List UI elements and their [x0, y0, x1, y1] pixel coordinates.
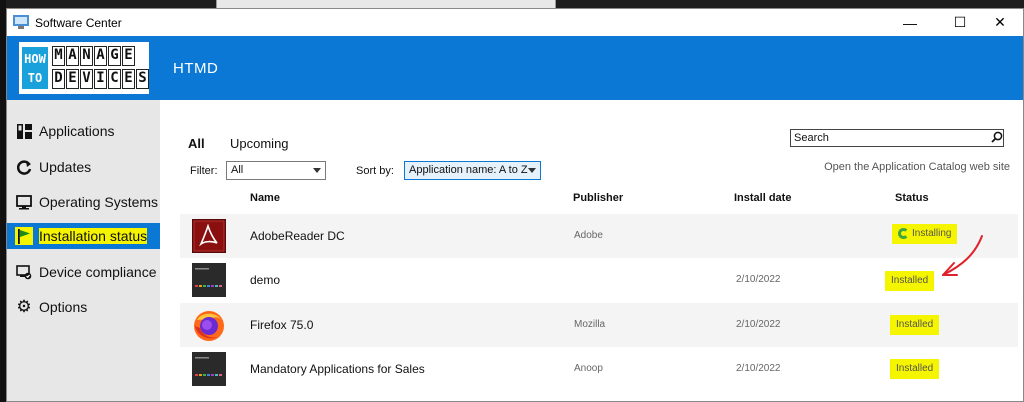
status-text: Installed — [896, 319, 934, 330]
app-install-date: 2/10/2022 — [736, 274, 781, 285]
flag-icon — [15, 227, 33, 245]
app-name: Firefox 75.0 — [250, 318, 314, 332]
logo-how-text: HOW — [24, 52, 46, 66]
status-text: Installed — [896, 363, 934, 374]
filter-dropdown[interactable]: All — [226, 161, 326, 180]
sidebar-item-label: Updates — [39, 159, 92, 175]
sidebar-item-applications[interactable]: Applications — [7, 118, 160, 144]
logo-letter: V — [80, 69, 93, 89]
logo-letter: I — [94, 69, 107, 89]
header-banner: HOW TO M A N A G E D E V I C E S HTMD — [7, 36, 1023, 100]
sidebar-item-label: Options — [39, 299, 88, 315]
logo-letter: D — [52, 69, 65, 89]
table-row[interactable]: AdobeReader DC Adobe Installing — [180, 214, 1018, 258]
table-row[interactable]: demo 2/10/2022 Installed — [180, 258, 1018, 302]
column-header-publisher[interactable]: Publisher — [573, 192, 623, 204]
how-to-manage-devices-logo: HOW TO M A N A G E D E V I C E S — [19, 42, 149, 94]
filter-label: Filter: — [190, 165, 218, 177]
search-input[interactable] — [790, 129, 1004, 147]
column-header-status[interactable]: Status — [895, 192, 929, 204]
app-publisher: Mozilla — [574, 319, 606, 330]
column-header-install-date[interactable]: Install date — [734, 192, 791, 204]
status-badge: Installed — [885, 271, 935, 291]
status-badge: Installed — [890, 359, 940, 379]
sidebar: Applications Updates Operating Systems I… — [7, 100, 160, 401]
window-title: Software Center — [35, 16, 122, 30]
software-center-window: Software Center — ☐ ✕ HOW TO M A N A G E… — [6, 8, 1024, 402]
app-name: demo — [250, 273, 281, 287]
adobe-reader-icon — [192, 219, 226, 253]
app-thumbnail-icon — [192, 352, 226, 386]
search-icon[interactable] — [991, 131, 1003, 143]
app-thumbnail-icon — [192, 263, 226, 297]
status-text: Installing — [912, 228, 952, 239]
app-name: AdobeReader DC — [250, 229, 345, 243]
compliance-icon — [15, 263, 33, 281]
close-button[interactable]: ✕ — [977, 9, 1023, 36]
logo-letter: E — [66, 69, 79, 89]
logo-letter: E — [122, 69, 135, 89]
application-catalog-link[interactable]: Open the Application Catalog web site — [824, 161, 1010, 173]
logo-devices-word: D E V I C E S — [52, 69, 150, 91]
tab-upcoming[interactable]: Upcoming — [230, 136, 289, 151]
refresh-icon — [15, 158, 33, 176]
sidebar-item-label: Applications — [39, 123, 115, 139]
tab-all[interactable]: All — [188, 136, 205, 151]
logo-letter: N — [80, 46, 93, 66]
main-content: All Upcoming Filter: All Sort by: Applic… — [160, 100, 1023, 401]
sort-label: Sort by: — [356, 165, 394, 177]
progress-spinner-icon — [898, 228, 909, 239]
applications-grid-icon — [15, 122, 33, 140]
logo-letter: E — [122, 46, 135, 66]
sidebar-item-label: Installation status — [39, 228, 148, 244]
chevron-down-icon — [313, 168, 321, 173]
logo-letter: S — [136, 69, 149, 89]
organization-title: HTMD — [173, 60, 219, 77]
sidebar-item-updates[interactable]: Updates — [7, 154, 160, 180]
logo-letter: M — [52, 46, 65, 66]
sidebar-item-operating-systems[interactable]: Operating Systems — [7, 189, 160, 215]
logo-letter: G — [108, 46, 121, 66]
logo-how-to-block: HOW TO — [22, 47, 48, 89]
sidebar-item-installation-status[interactable]: Installation status — [7, 223, 160, 249]
sort-dropdown[interactable]: Application name: A to Z — [404, 161, 541, 180]
minimize-button[interactable]: — — [887, 9, 933, 36]
table-row[interactable]: Mandatory Applications for Sales Anoop 2… — [180, 347, 1018, 391]
logo-to-text: TO — [27, 71, 43, 85]
logo-letter: A — [66, 46, 79, 66]
sort-value: Application name: A to Z — [409, 164, 528, 176]
status-text: Installed — [891, 275, 929, 286]
table-row[interactable]: Firefox 75.0 Mozilla 2/10/2022 Installed — [180, 303, 1018, 347]
monitor-icon — [15, 193, 33, 211]
software-center-icon — [13, 15, 29, 29]
sidebar-item-options[interactable]: ⚙ Options — [7, 294, 160, 320]
status-badge: Installing — [892, 224, 958, 244]
logo-letter: A — [94, 46, 107, 66]
sidebar-item-label: Operating Systems — [39, 194, 159, 210]
app-name: Mandatory Applications for Sales — [250, 362, 425, 376]
logo-manage-word: M A N A G E — [52, 46, 136, 68]
background-window — [216, 0, 556, 8]
sidebar-item-device-compliance[interactable]: Device compliance — [7, 259, 160, 285]
title-bar: Software Center — ☐ ✕ — [7, 9, 1023, 36]
column-header-name[interactable]: Name — [250, 192, 280, 204]
gear-icon: ⚙ — [16, 297, 32, 316]
status-badge: Installed — [890, 315, 940, 335]
sidebar-item-label: Device compliance — [39, 264, 157, 280]
app-install-date: 2/10/2022 — [736, 319, 781, 330]
logo-letter: C — [108, 69, 121, 89]
firefox-icon — [194, 311, 224, 341]
app-publisher: Anoop — [574, 363, 603, 374]
app-publisher: Adobe — [574, 230, 603, 241]
app-install-date: 2/10/2022 — [736, 363, 781, 374]
filter-value: All — [231, 164, 244, 176]
chevron-down-icon — [528, 168, 536, 173]
